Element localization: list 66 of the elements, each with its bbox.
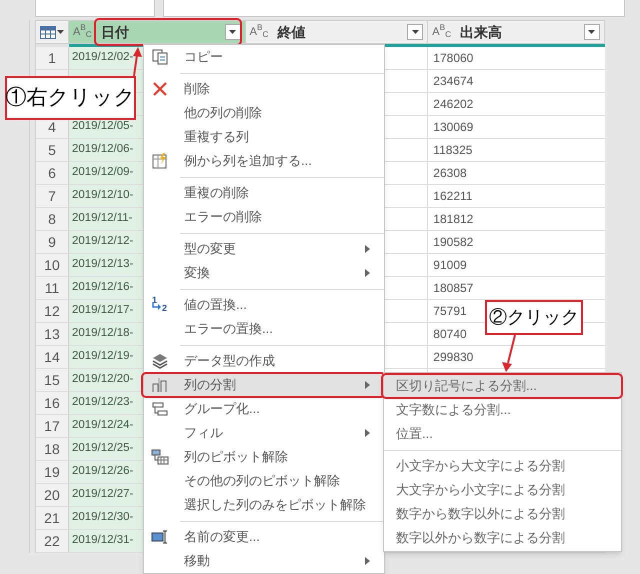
split-column-icon <box>151 376 169 394</box>
caret-icon <box>229 30 236 34</box>
row-number: 21 <box>36 507 69 529</box>
rename-icon <box>151 528 169 546</box>
copy-icon <box>151 48 169 66</box>
grid-arrow-icon <box>151 448 169 466</box>
menu-item[interactable]: 移動 <box>144 549 384 573</box>
column-filter-button[interactable] <box>407 24 424 40</box>
row-number: 12 <box>36 300 69 322</box>
row-number: 8 <box>36 208 69 230</box>
caret-icon <box>588 30 596 34</box>
row-number: 20 <box>36 484 69 506</box>
row-number: 6 <box>36 162 69 184</box>
row-number: 15 <box>36 369 69 391</box>
table-cell-text: 130069 <box>433 119 474 136</box>
row-number: 22 <box>36 530 69 552</box>
table-cell-text: 91009 <box>433 257 467 274</box>
row-number: 5 <box>36 139 69 161</box>
menu-item[interactable]: 列の分割 <box>144 373 384 397</box>
arrow <box>502 335 516 372</box>
column-filter-button[interactable] <box>584 24 600 40</box>
column-filter-button[interactable] <box>224 24 241 40</box>
table-cell-text: 118325 <box>433 142 472 159</box>
column-name: 日付 <box>100 22 129 42</box>
menu-item[interactable]: 削除 <box>144 77 384 101</box>
table-cell-text: 178060 <box>433 50 474 67</box>
column-name: 終値 <box>277 22 306 42</box>
callout-label: ②クリック <box>485 300 583 335</box>
table-cell-text: 246202 <box>433 96 474 113</box>
row-number: 9 <box>36 231 69 253</box>
row-number: 1 <box>36 47 69 69</box>
submenu-item[interactable]: 数字以外から数字による分割 <box>384 526 621 550</box>
table-cell-text: 234674 <box>433 73 474 90</box>
table-cell-text: 26308 <box>433 165 467 182</box>
formula-field[interactable] <box>163 0 625 17</box>
table-cell-text: 162211 <box>433 188 472 205</box>
submenu-item[interactable]: 区切り記号による分割... <box>384 374 621 398</box>
layers-icon <box>151 352 169 370</box>
table-lightning-icon <box>151 152 169 170</box>
table-cell-text: 181812 <box>433 211 474 228</box>
row-number: 14 <box>36 346 69 368</box>
arrow <box>133 47 142 76</box>
row-number: 10 <box>36 254 69 276</box>
row-number: 11 <box>36 277 69 299</box>
submenu-item[interactable]: 大文字から小文字による分割 <box>384 478 621 502</box>
row-number: 18 <box>36 438 69 460</box>
submenu-item[interactable]: 位置... <box>384 422 621 446</box>
submenu-item[interactable]: 文字数による分割... <box>384 398 621 422</box>
table-cell-text: 299830 <box>433 349 474 366</box>
group-icon <box>151 400 169 418</box>
row-number: 19 <box>36 461 69 483</box>
table-cell-text: 190582 <box>433 234 474 251</box>
table-icon <box>40 26 56 38</box>
caret-icon <box>412 30 419 34</box>
caret-icon <box>56 30 64 34</box>
delete-icon <box>151 80 169 98</box>
row-number: 17 <box>36 415 69 437</box>
table-cell-text: 75791 <box>433 303 467 320</box>
row-number: 7 <box>36 185 69 207</box>
table-cell-text: 80740 <box>433 326 467 343</box>
row-number: 13 <box>36 323 69 345</box>
submenu-item[interactable]: 数字から数字以外による分割 <box>384 502 621 526</box>
column-name: 出来高 <box>460 22 502 42</box>
submenu-item[interactable]: 小文字から大文字による分割 <box>384 454 621 478</box>
table-cell-text: 180857 <box>433 280 474 297</box>
row-number: 16 <box>36 392 69 414</box>
